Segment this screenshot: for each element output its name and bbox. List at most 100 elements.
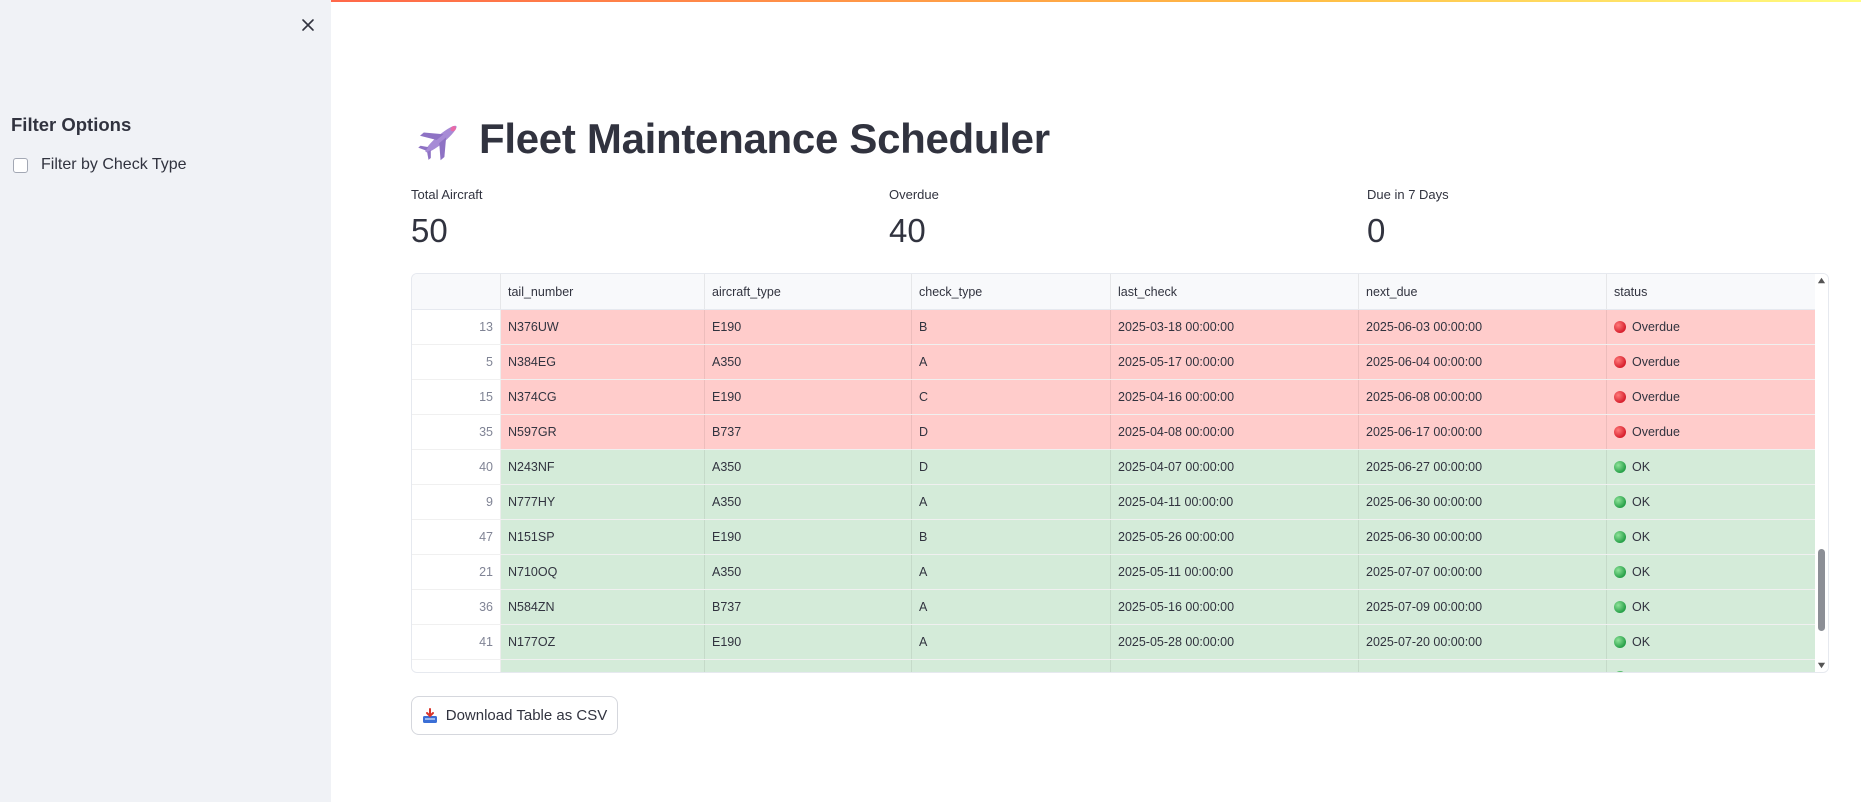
cell-tail-number[interactable]: N597GR [501,415,705,449]
cell-last-check[interactable]: 2025-05-17 00:00:00 [1111,345,1359,379]
cell-aircraft-type[interactable]: E190 [705,380,912,414]
cell-status[interactable]: Overdue [1607,380,1817,414]
cell-aircraft-type[interactable]: E190 [705,520,912,554]
table-row[interactable]: 35 N597GR B737 D 2025-04-08 00:00:00 2025-06-… [412,415,1817,450]
cell-last-check[interactable]: 2025-05-28 00:00:00 [1111,625,1359,659]
cell-check-type[interactable]: B [912,310,1111,344]
column-header-status[interactable]: status [1607,274,1817,309]
column-header-next-due[interactable]: next_due [1359,274,1607,309]
table-row[interactable]: 13 N376UW E190 B 2025-03-18 00:00:00 2025-06-… [412,310,1817,345]
cell-aircraft-type[interactable]: A350 [705,485,912,519]
cell-tail-number[interactable]: N151SP [501,520,705,554]
row-index: 13 [412,310,501,344]
cell-status[interactable]: OK [1607,555,1817,589]
green-circle-icon [1614,601,1626,613]
cell-aircraft-type[interactable]: B737 [705,590,912,624]
scroll-down-icon[interactable] [1817,661,1826,670]
table-row[interactable]: 21 N710OQ A350 A 2025-05-11 00:00:00 2025-07-… [412,555,1817,590]
column-header-check-type[interactable]: check_type [912,274,1111,309]
cell-next-due[interactable]: 2025-06-30 00:00:00 [1359,485,1607,519]
cell-check-type[interactable]: D [912,660,1111,672]
cell-tail-number[interactable]: N243NF [501,450,705,484]
download-csv-button[interactable]: Download Table as CSV [411,696,618,735]
table-row[interactable]: 36 N584ZN B737 A 2025-05-16 00:00:00 2025-07-… [412,590,1817,625]
cell-aircraft-type[interactable]: A350 [705,450,912,484]
cell-check-type[interactable]: A [912,555,1111,589]
filter-by-check-type-checkbox[interactable]: Filter by Check Type [13,156,187,174]
cell-last-check[interactable]: 2025-04-08 00:00:00 [1111,415,1359,449]
cell-next-due[interactable]: 2025-07-09 00:00:00 [1359,590,1607,624]
cell-tail-number[interactable]: N541LU [501,660,705,672]
cell-aircraft-type[interactable]: A350 [705,345,912,379]
cell-aircraft-type[interactable]: B737 [705,415,912,449]
cell-tail-number[interactable]: N374CG [501,380,705,414]
cell-status[interactable]: OK [1607,520,1817,554]
table-row[interactable]: 5 N384EG A350 A 2025-05-17 00:00:00 2025-06-0… [412,345,1817,380]
cell-status[interactable]: OK [1607,660,1817,672]
cell-last-check[interactable]: 2025-04-11 00:00:00 [1111,485,1359,519]
cell-check-type[interactable]: C [912,380,1111,414]
cell-tail-number[interactable]: N376UW [501,310,705,344]
status-text: OK [1632,565,1651,579]
column-header-last-check[interactable]: last_check [1111,274,1359,309]
cell-last-check[interactable]: 2025-04-07 00:00:00 [1111,450,1359,484]
cell-check-type[interactable]: D [912,450,1111,484]
cell-check-type[interactable]: B [912,520,1111,554]
cell-next-due[interactable]: 2025-06-03 00:00:00 [1359,310,1607,344]
close-sidebar-button[interactable] [297,14,319,36]
cell-next-due[interactable]: 2025-06-04 00:00:00 [1359,345,1607,379]
cell-tail-number[interactable]: N177OZ [501,625,705,659]
checkbox-box[interactable] [13,157,28,173]
cell-last-check[interactable]: 2025-05-16 00:00:00 [1111,590,1359,624]
table-row[interactable]: 9 N777HY A350 A 2025-04-11 00:00:00 2025-06-3… [412,485,1817,520]
column-header-tail-number[interactable]: tail_number [501,274,705,309]
maintenance-table[interactable]: tail_number aircraft_type check_type las… [411,273,1829,673]
cell-check-type[interactable]: D [912,415,1111,449]
airplane-icon [418,125,457,161]
cell-check-type[interactable]: A [912,590,1111,624]
scroll-thumb[interactable] [1818,549,1825,631]
cell-tail-number[interactable]: N777HY [501,485,705,519]
cell-aircraft-type[interactable]: A350 [705,555,912,589]
scroll-up-icon[interactable] [1817,276,1826,285]
cell-next-due[interactable]: 2025-07-20 00:00:00 [1359,625,1607,659]
cell-status[interactable]: OK [1607,485,1817,519]
cell-next-due[interactable]: 2025-06-30 00:00:00 [1359,520,1607,554]
cell-next-due[interactable]: 2025-06-08 00:00:00 [1359,380,1607,414]
cell-last-check[interactable]: 2025-03-18 00:00:00 [1111,310,1359,344]
cell-next-due[interactable]: 2025-07-23 00:00:00 [1359,660,1607,672]
close-icon [302,19,314,31]
cell-check-type[interactable]: A [912,345,1111,379]
cell-last-check[interactable]: 2025-05-27 00:00:00 [1111,660,1359,672]
cell-next-due[interactable]: 2025-06-17 00:00:00 [1359,415,1607,449]
cell-status[interactable]: OK [1607,625,1817,659]
cell-aircraft-type[interactable]: E190 [705,310,912,344]
cell-tail-number[interactable]: N710OQ [501,555,705,589]
table-row[interactable]: 47 N151SP E190 B 2025-05-26 00:00:00 2025-06-… [412,520,1817,555]
cell-tail-number[interactable]: N384EG [501,345,705,379]
cell-next-due[interactable]: 2025-06-27 00:00:00 [1359,450,1607,484]
column-header-aircraft-type[interactable]: aircraft_type [705,274,912,309]
cell-check-type[interactable]: A [912,625,1111,659]
status-text: Overdue [1632,355,1680,369]
cell-aircraft-type[interactable]: B737 [705,660,912,672]
cell-status[interactable]: Overdue [1607,310,1817,344]
table-row[interactable]: 15 N374CG E190 C 2025-04-16 00:00:00 2025-06-… [412,380,1817,415]
table-scrollbar[interactable] [1815,274,1828,672]
cell-status[interactable]: Overdue [1607,415,1817,449]
cell-tail-number[interactable]: N584ZN [501,590,705,624]
cell-last-check[interactable]: 2025-05-26 00:00:00 [1111,520,1359,554]
cell-aircraft-type[interactable]: E190 [705,625,912,659]
cell-status[interactable]: Overdue [1607,345,1817,379]
cell-last-check[interactable]: 2025-05-11 00:00:00 [1111,555,1359,589]
cell-status[interactable]: OK [1607,590,1817,624]
cell-last-check[interactable]: 2025-04-16 00:00:00 [1111,380,1359,414]
table-row[interactable]: 40 N243NF A350 D 2025-04-07 00:00:00 2025-06-… [412,450,1817,485]
cell-next-due[interactable]: 2025-07-07 00:00:00 [1359,555,1607,589]
table-row[interactable]: 41 N177OZ E190 A 2025-05-28 00:00:00 2025-07-… [412,625,1817,660]
cell-status[interactable]: OK [1607,450,1817,484]
table-row[interactable]: 23N541LUB737D2025-05-27 00:00:002025-07-… [412,660,1817,672]
cell-check-type[interactable]: A [912,485,1111,519]
column-header-index[interactable] [412,274,501,309]
row-index: 36 [412,590,501,624]
